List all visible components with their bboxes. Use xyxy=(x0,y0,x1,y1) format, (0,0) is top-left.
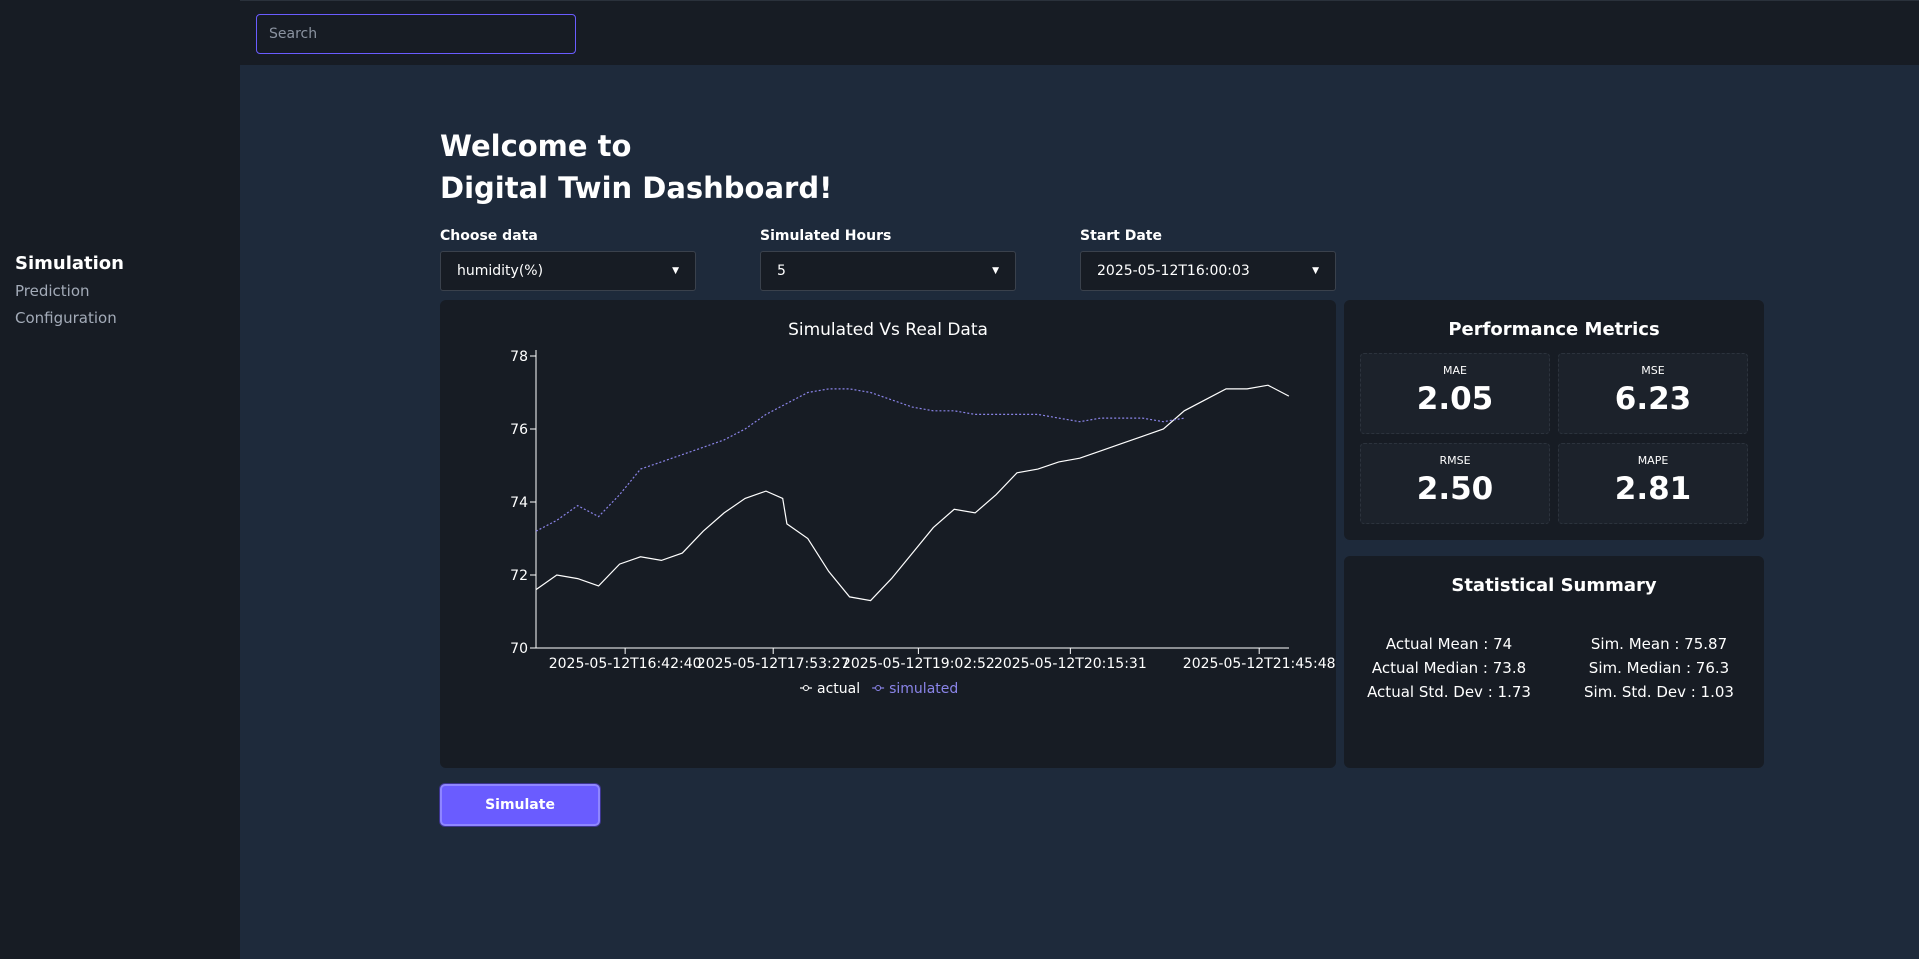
legend-label-simulated: simulated xyxy=(889,681,958,697)
top-bar xyxy=(240,0,1919,65)
metric-value: 6.23 xyxy=(1614,381,1692,417)
actual-mean: Actual Mean : 74 xyxy=(1385,635,1513,653)
metric-mae: MAE 2.05 xyxy=(1360,353,1550,434)
metric-value: 2.50 xyxy=(1416,471,1494,507)
sidebar-item-simulation[interactable]: Simulation xyxy=(15,253,124,274)
metric-value: 2.81 xyxy=(1614,471,1692,507)
start-date-label: Start Date xyxy=(1080,228,1162,244)
search-input[interactable] xyxy=(256,14,576,54)
page-title: Welcome to Digital Twin Dashboard! xyxy=(440,125,832,209)
sidebar: Simulation Prediction Configuration xyxy=(0,0,240,959)
metric-label: RMSE xyxy=(1439,454,1471,467)
choose-data-label: Choose data xyxy=(440,228,538,244)
y-tick-label: 74 xyxy=(510,495,528,511)
legend-marker-actual xyxy=(803,685,809,691)
metric-label: MSE xyxy=(1641,364,1665,377)
actual-std-dev: Actual Std. Dev : 1.73 xyxy=(1367,683,1531,701)
caret-down-icon: ▼ xyxy=(1312,266,1319,276)
metric-value: 2.05 xyxy=(1416,381,1494,417)
actual-stats: Actual Mean : 74 Actual Median : 73.8 Ac… xyxy=(1344,632,1554,704)
sim-std-dev: Sim. Std. Dev : 1.03 xyxy=(1584,683,1734,701)
series-line-simulated xyxy=(535,388,1185,532)
start-date-select[interactable]: 2025-05-12T16:00:03 ▼ xyxy=(1080,251,1336,291)
legend-label-actual: actual xyxy=(817,681,860,697)
sim-median: Sim. Median : 76.3 xyxy=(1588,659,1730,677)
x-tick-label: 2025-05-12T17:53:27 xyxy=(697,656,850,672)
simulated-hours-control: Simulated Hours 5 ▼ xyxy=(760,228,1016,291)
line-chart: Simulated Vs Real Data 70 72 74 76 78 2025-05-… xyxy=(510,320,1336,697)
simulated-hours-value: 5 xyxy=(777,263,786,279)
metric-label: MAPE xyxy=(1637,454,1669,467)
sidebar-item-configuration[interactable]: Configuration xyxy=(15,309,124,327)
metrics-grid: MAE 2.05 MSE 6.23 RMSE 2.50 MAPE 2.81 xyxy=(1360,353,1748,524)
simulated-stats: Sim. Mean : 75.87 Sim. Median : 76.3 Sim… xyxy=(1554,632,1764,704)
x-tick-label: 2025-05-12T21:45:48 xyxy=(1183,656,1336,672)
choose-data-select[interactable]: humidity(%) ▼ xyxy=(440,251,696,291)
x-tick-label: 2025-05-12T19:02:52 xyxy=(842,656,995,672)
x-tick-label: 2025-05-12T16:42:40 xyxy=(549,656,702,672)
simulated-hours-select[interactable]: 5 ▼ xyxy=(760,251,1016,291)
metric-mse: MSE 6.23 xyxy=(1558,353,1748,434)
metric-label: MAE xyxy=(1443,364,1467,377)
y-tick-label: 70 xyxy=(510,641,528,657)
legend-marker-simulated xyxy=(875,685,882,691)
simulate-button[interactable]: Simulate xyxy=(440,784,600,826)
metric-rmse: RMSE 2.50 xyxy=(1360,443,1550,524)
metric-mape: MAPE 2.81 xyxy=(1558,443,1748,524)
stats-grid: Actual Mean : 74 Actual Median : 73.8 Ac… xyxy=(1344,632,1764,704)
page-title-line-1: Welcome to xyxy=(440,129,632,163)
series-line-actual xyxy=(535,384,1290,602)
statistical-summary-title: Statistical Summary xyxy=(1451,575,1657,596)
statistical-summary-card: Statistical Summary Actual Mean : 74 Act… xyxy=(1344,556,1764,768)
y-tick-label: 76 xyxy=(510,422,528,438)
actual-median: Actual Median : 73.8 xyxy=(1371,659,1527,677)
y-tick-label: 78 xyxy=(510,349,528,365)
start-date-control: Start Date 2025-05-12T16:00:03 ▼ xyxy=(1080,228,1336,291)
page-title-line-2: Digital Twin Dashboard! xyxy=(440,171,833,205)
chart-title: Simulated Vs Real Data xyxy=(788,320,988,340)
chart-card: Simulated Vs Real Data 70 72 74 76 78 2025-05-… xyxy=(440,300,1336,768)
caret-down-icon: ▼ xyxy=(672,266,679,276)
choose-data-value: humidity(%) xyxy=(457,263,544,279)
sidebar-item-prediction[interactable]: Prediction xyxy=(15,282,124,300)
y-tick-label: 72 xyxy=(510,568,528,584)
performance-metrics-title: Performance Metrics xyxy=(1448,319,1660,340)
sidebar-nav: Simulation Prediction Configuration xyxy=(15,253,124,336)
performance-metrics-card: Performance Metrics MAE 2.05 MSE 6.23 RM… xyxy=(1344,300,1764,540)
simulated-hours-label: Simulated Hours xyxy=(760,228,892,244)
start-date-value: 2025-05-12T16:00:03 xyxy=(1097,263,1250,279)
caret-down-icon: ▼ xyxy=(992,266,999,276)
choose-data-control: Choose data humidity(%) ▼ xyxy=(440,228,696,291)
x-tick-label: 2025-05-12T20:15:31 xyxy=(994,656,1147,672)
sim-mean: Sim. Mean : 75.87 xyxy=(1590,635,1728,653)
